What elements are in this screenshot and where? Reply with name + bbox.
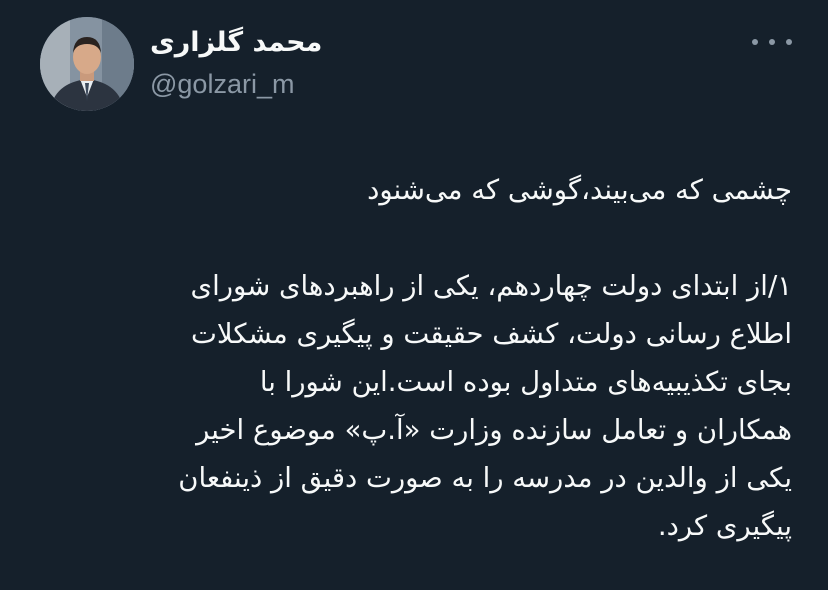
more-options-button[interactable]	[752, 30, 792, 54]
more-horizontal-icon	[786, 39, 792, 45]
tweet-body-line: بجای تکذیبیه‌های متداول بوده است.این شور…	[259, 366, 792, 398]
tweet-body-line: پیگیری کرد.	[657, 510, 792, 542]
author-handle[interactable]: @golzari_m	[150, 68, 322, 100]
author-display-name[interactable]: محمد گلزاری	[150, 26, 322, 60]
author-block: محمد گلزاری @golzari_m	[150, 26, 322, 100]
tweet-headline: چشمی که می‌بیند،گوشی که می‌شنود	[367, 174, 792, 206]
more-horizontal-icon	[769, 39, 775, 45]
tweet-body-line: همکاران و تعامل سازنده وزارت «آ.پ» موضوع…	[196, 414, 792, 446]
profile-photo-icon	[40, 17, 134, 111]
tweet-card: محمد گلزاری @golzari_m چشمی که می‌بیند،گ…	[0, 0, 828, 590]
tweet-body-line: اطلاع رسانی دولت، کشف حقیقت و پیگیری مشک…	[191, 318, 792, 350]
tweet-body-line: ۱/از ابتدای دولت چهاردهم، یکی از راهبرده…	[190, 270, 792, 302]
more-horizontal-icon	[752, 39, 758, 45]
tweet-text: چشمی که می‌بیند،گوشی که می‌شنود ۱/از ابت…	[72, 166, 792, 550]
tweet-body-line: یکی از والدین در مدرسه را به صورت دقیق ا…	[178, 462, 792, 494]
avatar[interactable]	[40, 17, 134, 111]
